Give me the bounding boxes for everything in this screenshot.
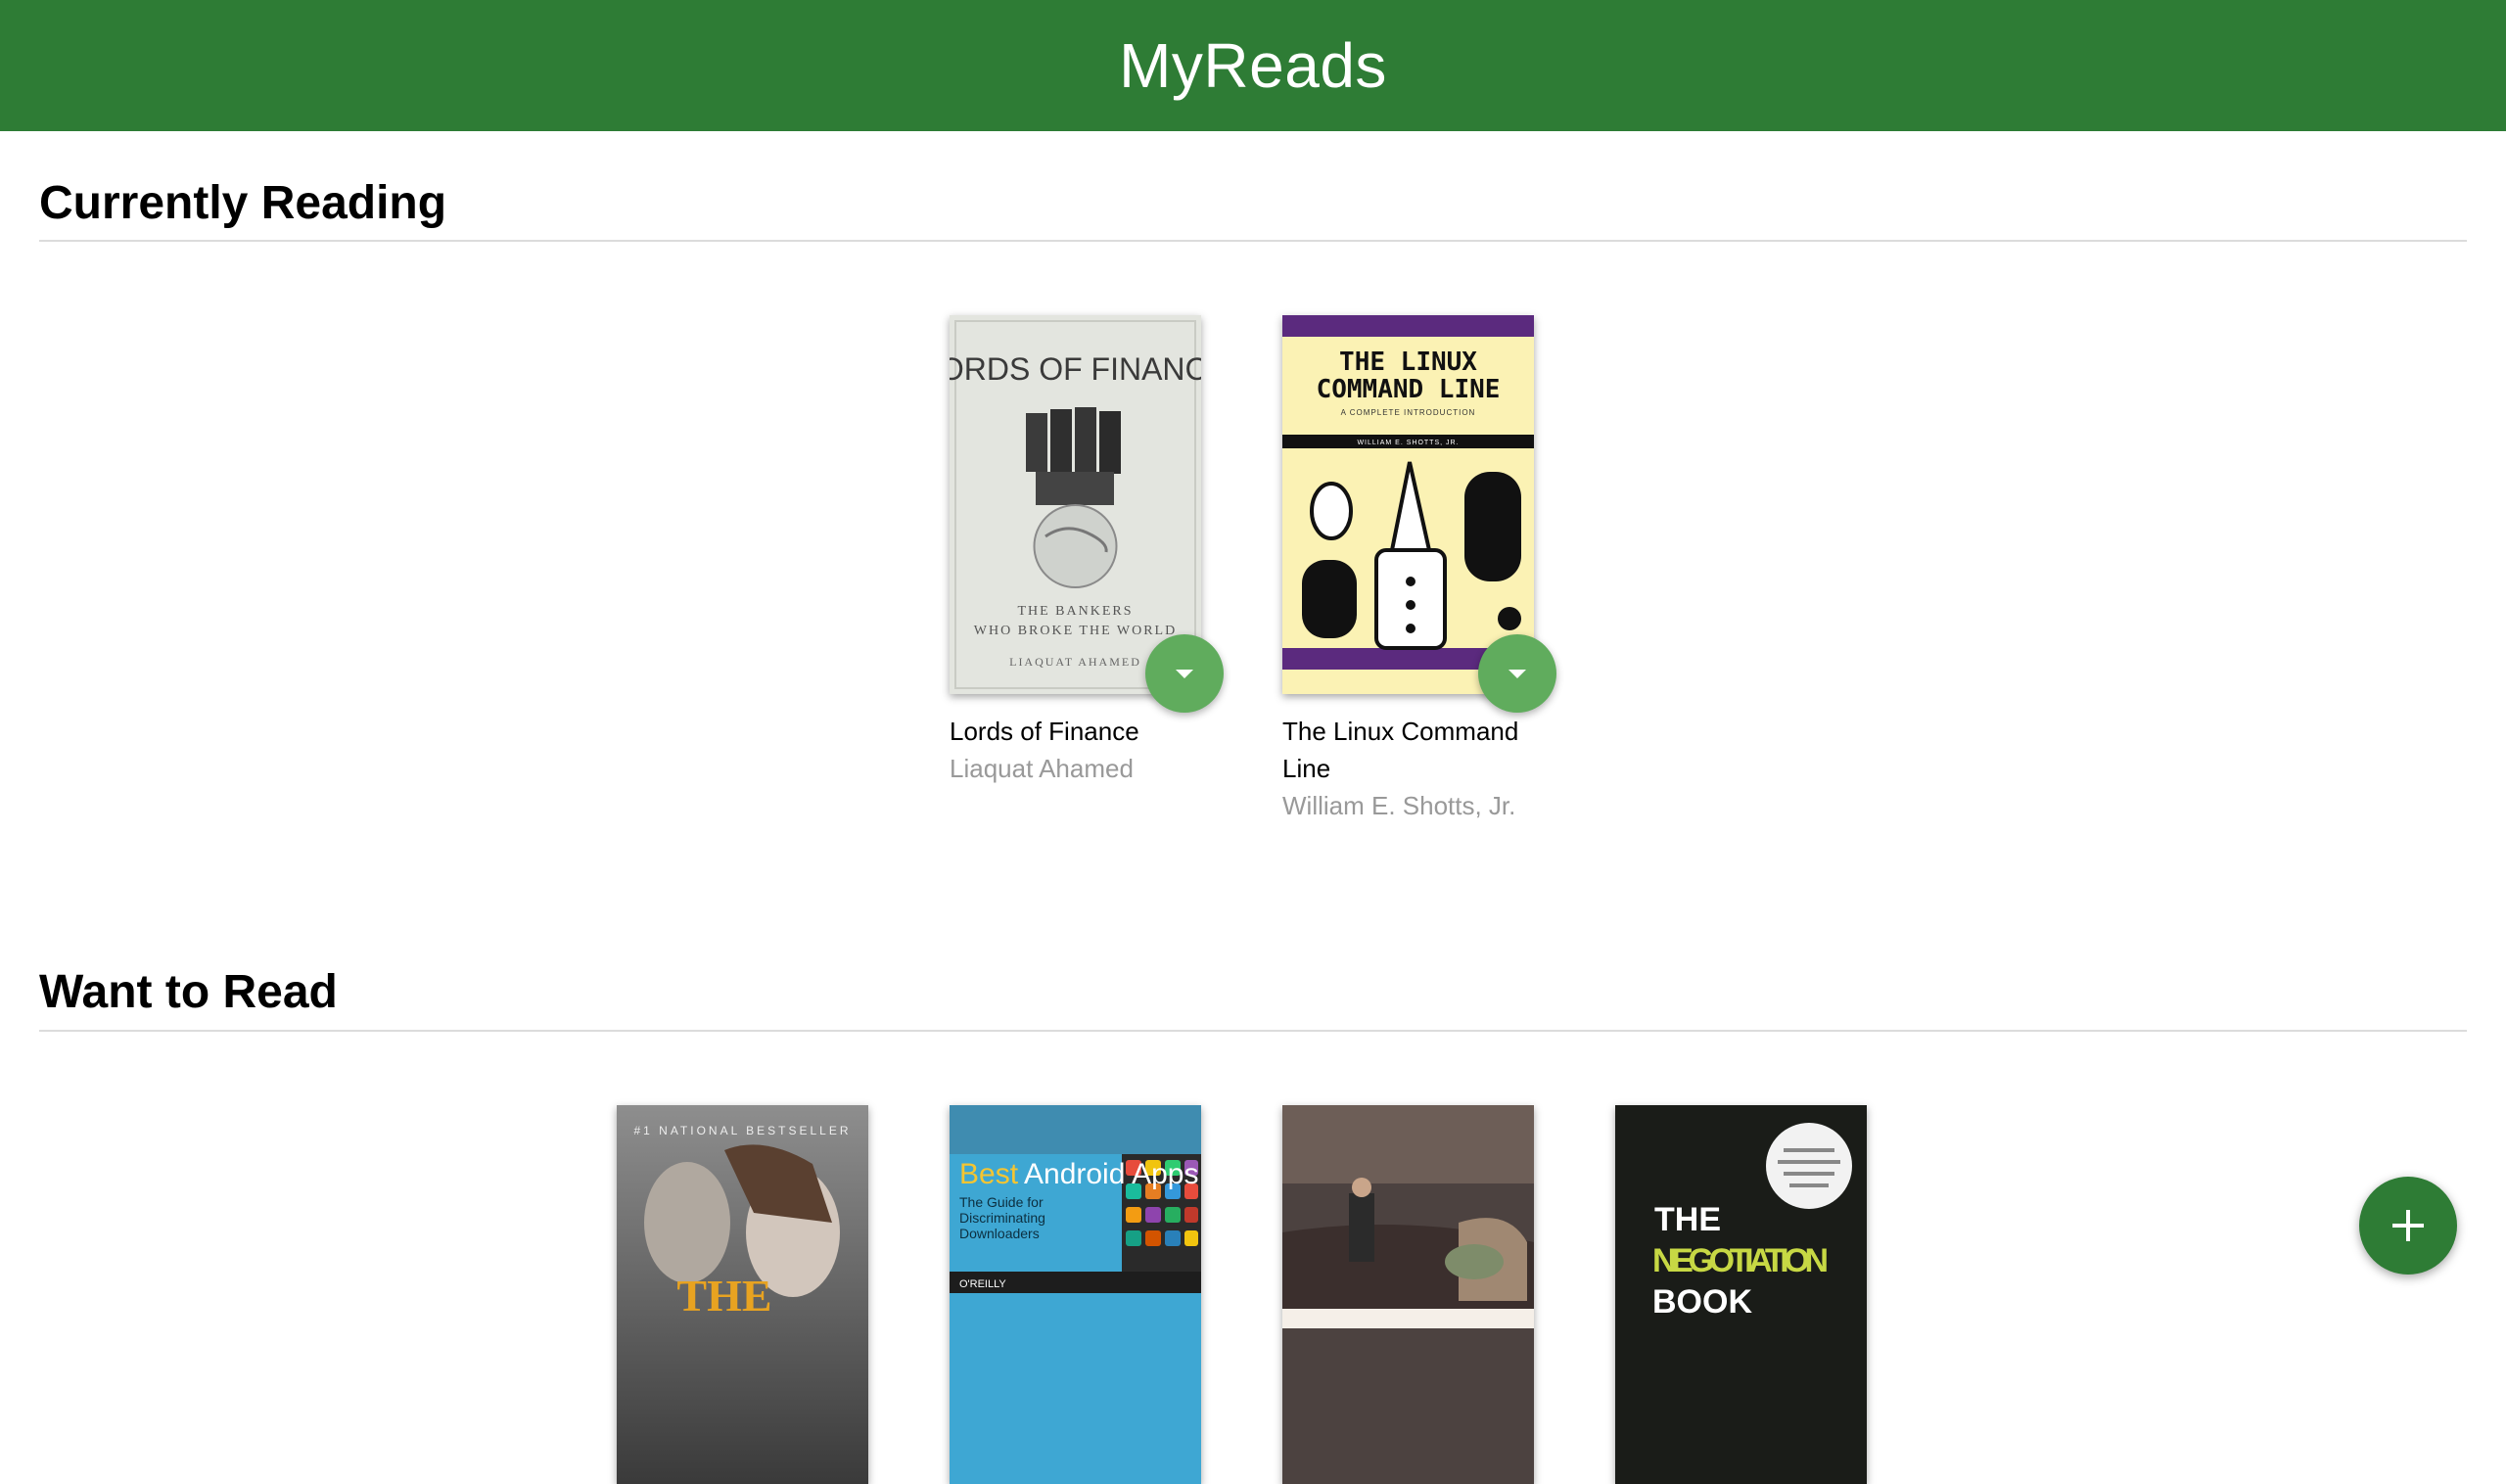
cover-text: THE LINUX — [1339, 348, 1477, 377]
cover-text: LORDS OF FINANCE — [950, 351, 1201, 387]
book-author: William E. Shotts, Jr. — [1282, 791, 1516, 820]
cover-text: #1 NATIONAL BESTSELLER — [633, 1124, 851, 1137]
book-cover[interactable]: #1 NATIONAL BESTSELLER THE — [617, 1105, 868, 1484]
shelf-title: Want to Read — [39, 966, 338, 1018]
cover-text: Best — [959, 1158, 1019, 1190]
cover-text: THE — [1654, 1201, 1721, 1238]
shelf-changer-button[interactable] — [1145, 634, 1224, 713]
svg-text:BOOK: BOOK — [1652, 1283, 1752, 1321]
app-header: MyReads — [0, 0, 2506, 131]
caret-down-icon — [1176, 669, 1193, 678]
svg-text:NEGOTIATION: NEGOTIATION — [1652, 1242, 1829, 1279]
book-card: THE LINUX COMMAND LINE A COMPLETE INTROD… — [1282, 315, 1566, 824]
book-author: Liaquat Ahamed — [950, 754, 1134, 783]
book-title: Lords of Finance — [950, 717, 1139, 746]
book-card: LORDS OF FINANCE THE BANKERS WHO BROKE T… — [950, 315, 1233, 824]
svg-text:A COMPLETE INTRODUCTION: A COMPLETE INTRODUCTION — [1341, 408, 1476, 417]
svg-text:WHO BROKE THE WORLD: WHO BROKE THE WORLD — [974, 624, 1177, 638]
svg-text:O'REILLY: O'REILLY — [959, 1278, 1006, 1290]
svg-text:WILLIAM E. SHOTTS, JR.: WILLIAM E. SHOTTS, JR. — [1357, 440, 1459, 446]
svg-text:THE BANKERS: THE BANKERS — [1017, 604, 1133, 619]
svg-text:THE: THE — [676, 1271, 771, 1321]
shelf-title: Currently Reading — [39, 177, 447, 229]
svg-text:COMMAND LINE: COMMAND LINE — [1317, 375, 1501, 404]
book-card — [1282, 1105, 1566, 1484]
book-card: THE NEGOTIATION BOOK — [1615, 1105, 1899, 1484]
add-book-button[interactable] — [2359, 1177, 2457, 1275]
svg-text:Downloaders: Downloaders — [959, 1226, 1040, 1241]
svg-text:Android Apps: Android Apps — [1024, 1158, 1198, 1190]
book-cover[interactable] — [1282, 1105, 1534, 1484]
book-cover[interactable]: THE LINUX COMMAND LINE A COMPLETE INTROD… — [1282, 315, 1534, 694]
svg-text:Discriminating: Discriminating — [959, 1210, 1045, 1226]
svg-text:LIAQUAT AHAMED: LIAQUAT AHAMED — [1009, 655, 1141, 669]
plus-icon — [2392, 1210, 2424, 1241]
shelf-divider — [39, 240, 2467, 242]
shelf-changer-button[interactable] — [1478, 634, 1556, 713]
book-cover[interactable]: LORDS OF FINANCE THE BANKERS WHO BROKE T… — [950, 315, 1201, 694]
shelf-divider — [39, 1030, 2467, 1032]
svg-text:The Guide for: The Guide for — [959, 1194, 1044, 1210]
book-card: #1 NATIONAL BESTSELLER THE — [617, 1105, 901, 1484]
book-card: Best Android Apps The Guide for Discrimi… — [950, 1105, 1233, 1484]
app-title: MyReads — [1119, 30, 1387, 101]
caret-down-icon — [1508, 669, 1526, 678]
book-cover[interactable]: THE NEGOTIATION BOOK — [1615, 1105, 1867, 1484]
book-title: The Linux Command Line — [1282, 717, 1519, 783]
book-cover[interactable]: Best Android Apps The Guide for Discrimi… — [950, 1105, 1201, 1484]
